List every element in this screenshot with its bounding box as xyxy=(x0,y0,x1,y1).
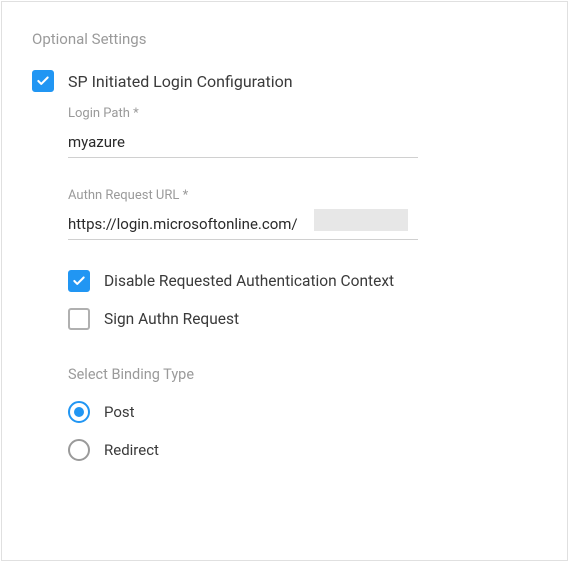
binding-post-label: Post xyxy=(104,403,135,421)
sign-authn-checkbox[interactable] xyxy=(68,308,90,330)
binding-redirect-row: Redirect xyxy=(68,439,537,461)
authn-url-label: Authn Request URL * xyxy=(68,188,537,203)
binding-post-row: Post xyxy=(68,401,537,423)
disable-rac-checkbox[interactable] xyxy=(68,270,90,292)
login-path-input[interactable] xyxy=(68,129,418,158)
sign-authn-row: Sign Authn Request xyxy=(68,308,537,330)
authn-url-field: Authn Request URL * xyxy=(68,188,537,240)
section-title: Optional Settings xyxy=(32,30,537,48)
sp-initiated-row: SP Initiated Login Configuration xyxy=(32,70,537,92)
sp-initiated-label: SP Initiated Login Configuration xyxy=(68,72,293,91)
redacted-block xyxy=(314,209,408,231)
binding-redirect-radio[interactable] xyxy=(68,439,90,461)
radio-dot-icon xyxy=(74,407,84,417)
check-icon xyxy=(72,274,86,288)
sp-initiated-checkbox[interactable] xyxy=(32,70,54,92)
sign-authn-label: Sign Authn Request xyxy=(104,310,239,328)
binding-block: Select Binding Type Post Redirect xyxy=(68,366,537,461)
disable-rac-label: Disable Requested Authentication Context xyxy=(104,272,394,290)
login-path-field: Login Path * xyxy=(68,106,537,158)
optional-settings-panel: Optional Settings SP Initiated Login Con… xyxy=(1,1,568,561)
disable-rac-row: Disable Requested Authentication Context xyxy=(68,270,537,292)
binding-post-radio[interactable] xyxy=(68,401,90,423)
binding-title: Select Binding Type xyxy=(68,366,537,383)
login-path-label: Login Path * xyxy=(68,106,537,121)
sub-options: Disable Requested Authentication Context… xyxy=(68,270,537,330)
check-icon xyxy=(36,74,50,88)
binding-redirect-label: Redirect xyxy=(104,441,159,459)
sp-initiated-body: Login Path * Authn Request URL * Disable… xyxy=(68,106,537,461)
